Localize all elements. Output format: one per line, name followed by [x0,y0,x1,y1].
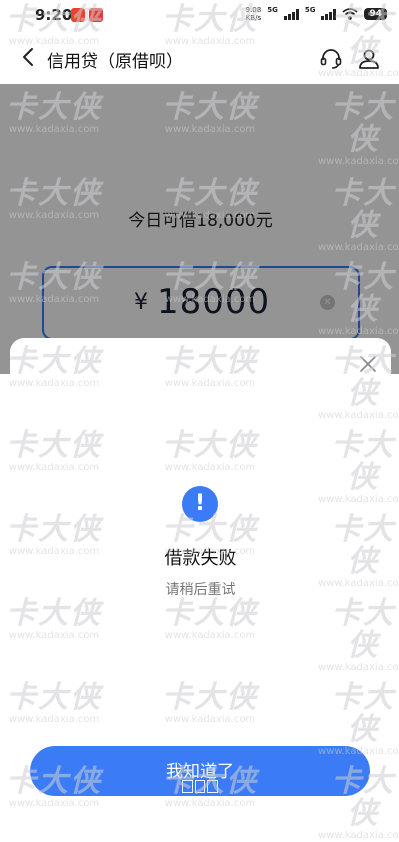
watermark-url: www.kadaxia.com [318,830,399,841]
status-time: 9:20 [35,6,73,24]
nav-bar: 信用贷（原借呗） [0,30,399,84]
customer-service-icon[interactable] [319,47,343,71]
network-type-1: 5G [267,6,278,14]
notification-app-icon-2 [89,8,103,22]
net-speed-unit: KB/s [245,14,262,22]
signal-icon [283,8,299,20]
dialog-title: 借款失败 [164,548,237,569]
page-title: 信用贷（原借呗） [47,52,183,72]
net-speed: 9.08 KB/s [246,6,262,22]
close-icon[interactable] [358,354,378,374]
battery-icon: 94 [364,8,387,20]
alert-icon: ! [182,486,218,522]
status-indicators: 9.08 KB/s 5G 5G 94 [246,6,387,22]
home-indicator [182,780,219,794]
net-speed-value: 9.08 [245,6,262,14]
network-type-2: 5G [304,6,316,14]
wifi-icon [342,8,359,20]
notification-app-icon [71,8,85,22]
dialog-subtitle: 请稍后重试 [165,582,236,598]
error-bottom-sheet: ! 借款失败 请稍后重试 [10,338,391,808]
status-bar: 9:20 9.08 KB/s 5G 5G 94 [0,0,399,30]
user-icon[interactable] [357,47,381,71]
signal-icon-2 [321,8,337,20]
back-icon[interactable] [18,46,40,68]
modal-overlay[interactable] [0,84,399,374]
